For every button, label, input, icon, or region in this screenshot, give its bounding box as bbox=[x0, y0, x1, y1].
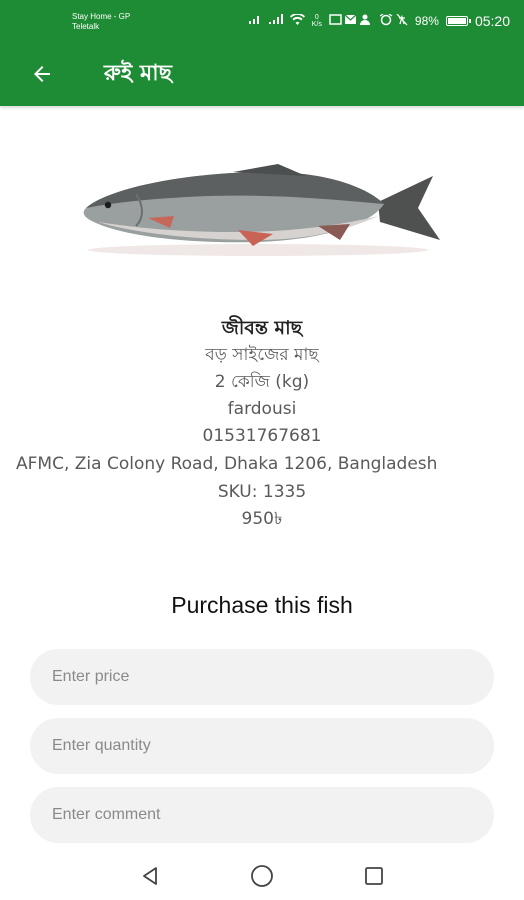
product-details: জীবন্ত মাছ বড় সাইজের মাছ 2 কেজি (kg) fa… bbox=[0, 314, 524, 533]
seller-phone: 01531767681 bbox=[202, 426, 322, 446]
seller-name: fardousi bbox=[227, 399, 297, 419]
seller-address: AFMC, Zia Colony Road, Dhaka 1206, Bangl… bbox=[16, 454, 438, 474]
battery-percent: 98% bbox=[414, 14, 439, 28]
back-triangle-icon bbox=[143, 866, 157, 885]
status-icons: 0 K/s 98% 05:20 bbox=[248, 12, 510, 29]
comment-input[interactable] bbox=[30, 787, 494, 843]
system-nav-bar bbox=[0, 851, 524, 900]
price-input[interactable] bbox=[30, 649, 494, 705]
page-title: রুই মাছ bbox=[104, 60, 172, 86]
wifi-icon bbox=[289, 12, 305, 29]
nav-recents-button[interactable] bbox=[361, 863, 387, 889]
signal-icon bbox=[268, 14, 283, 28]
alarm-icon bbox=[379, 12, 408, 29]
product-price: 950৳ bbox=[241, 509, 283, 529]
home-circle-icon bbox=[251, 864, 273, 887]
recents-square-icon bbox=[365, 866, 383, 885]
carrier-info: Stay Home - GP Teletalk bbox=[72, 12, 130, 32]
purchase-heading: Purchase this fish bbox=[171, 592, 353, 618]
back-button[interactable] bbox=[20, 52, 64, 96]
fish-image bbox=[83, 164, 440, 256]
data-speed-icon: 0 K/s bbox=[311, 14, 322, 28]
nav-back-button[interactable] bbox=[137, 863, 163, 889]
arrow-left-icon bbox=[34, 66, 50, 82]
clock: 05:20 bbox=[474, 13, 510, 29]
product-weight: 2 কেজি (kg) bbox=[214, 372, 310, 392]
nav-home-button[interactable] bbox=[249, 863, 275, 889]
status-bar: Stay Home - GP Teletalk 0 K/s 98% 05:20 bbox=[0, 0, 524, 42]
carrier-line1: Stay Home - GP bbox=[72, 12, 131, 21]
product-size: বড় সাইজের মাছ bbox=[205, 345, 319, 365]
carrier-line2: Teletalk bbox=[72, 22, 100, 31]
notification-icons bbox=[329, 13, 373, 29]
product-title: জীবন্ত মাছ bbox=[221, 317, 303, 339]
product-sku: SKU: 1335 bbox=[217, 482, 307, 502]
battery-icon bbox=[445, 16, 471, 26]
signal-icon bbox=[248, 14, 262, 28]
quantity-input[interactable] bbox=[30, 718, 494, 774]
app-bar: রুই মাছ bbox=[0, 42, 524, 106]
